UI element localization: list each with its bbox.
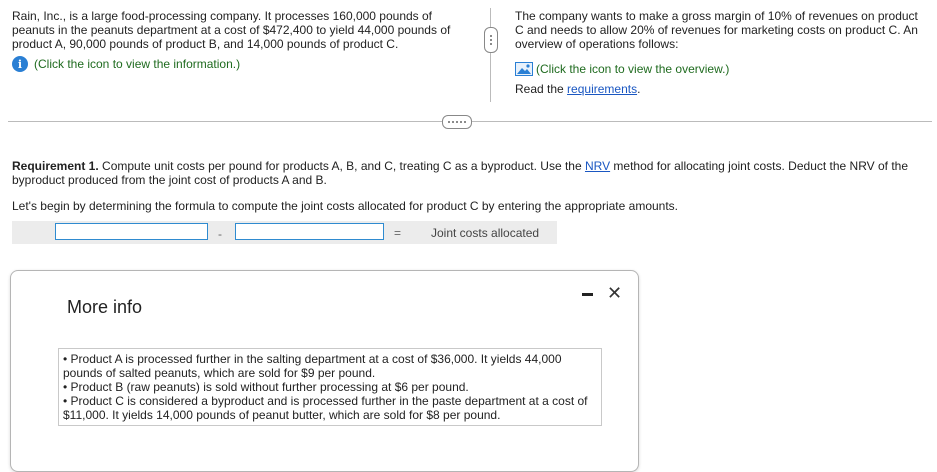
info-bullet: • Product A is processed further in the …	[63, 352, 562, 380]
minimize-icon[interactable]	[582, 293, 593, 296]
overview-intro: The company wants to make a gross margin…	[515, 9, 918, 51]
requirement-label: Requirement 1.	[12, 159, 99, 173]
dialog-title: More info	[67, 297, 143, 317]
horizontal-splitter-handle[interactable]	[442, 115, 472, 129]
info-bullet: • Product B (raw peanuts) is sold withou…	[63, 380, 469, 394]
read-requirements-line: Read the requirements.	[515, 82, 640, 96]
formula-input-1[interactable]	[55, 223, 208, 240]
close-icon[interactable]: ✕	[607, 283, 622, 304]
instruction-text: Let's begin by determining the formula t…	[12, 199, 679, 213]
image-icon[interactable]	[515, 62, 533, 76]
more-info-content: • Product A is processed further in the …	[58, 348, 602, 426]
requirements-link[interactable]: requirements	[567, 82, 637, 96]
read-suffix: .	[637, 82, 641, 96]
overview-link[interactable]: (Click the icon to view the overview.)	[515, 62, 729, 76]
info-link-label[interactable]: (Click the icon to view the information.…	[34, 57, 240, 71]
info-link[interactable]: i (Click the icon to view the informatio…	[12, 56, 240, 72]
formula-input-2[interactable]	[235, 223, 384, 240]
info-bullet: • Product C is considered a byproduct an…	[63, 394, 588, 422]
requirement-text: Requirement 1. Compute unit costs per po…	[12, 159, 912, 187]
vertical-splitter-handle[interactable]	[484, 27, 498, 53]
read-prefix: Read the	[515, 82, 568, 96]
vertical-divider	[490, 8, 491, 102]
overview-link-label[interactable]: (Click the icon to view the overview.)	[536, 62, 729, 76]
more-info-dialog: More info ✕ • Product A is processed fur…	[10, 270, 639, 472]
equals-operator: =	[394, 226, 402, 240]
minus-operator: -	[218, 227, 222, 241]
problem-intro: Rain, Inc., is a large food-processing c…	[12, 9, 451, 51]
joint-costs-allocated-label: Joint costs allocated	[431, 226, 540, 240]
nrv-link[interactable]: NRV	[585, 159, 610, 173]
info-icon[interactable]: i	[12, 56, 28, 72]
requirement-body-start: Compute unit costs per pound for product…	[98, 159, 585, 173]
